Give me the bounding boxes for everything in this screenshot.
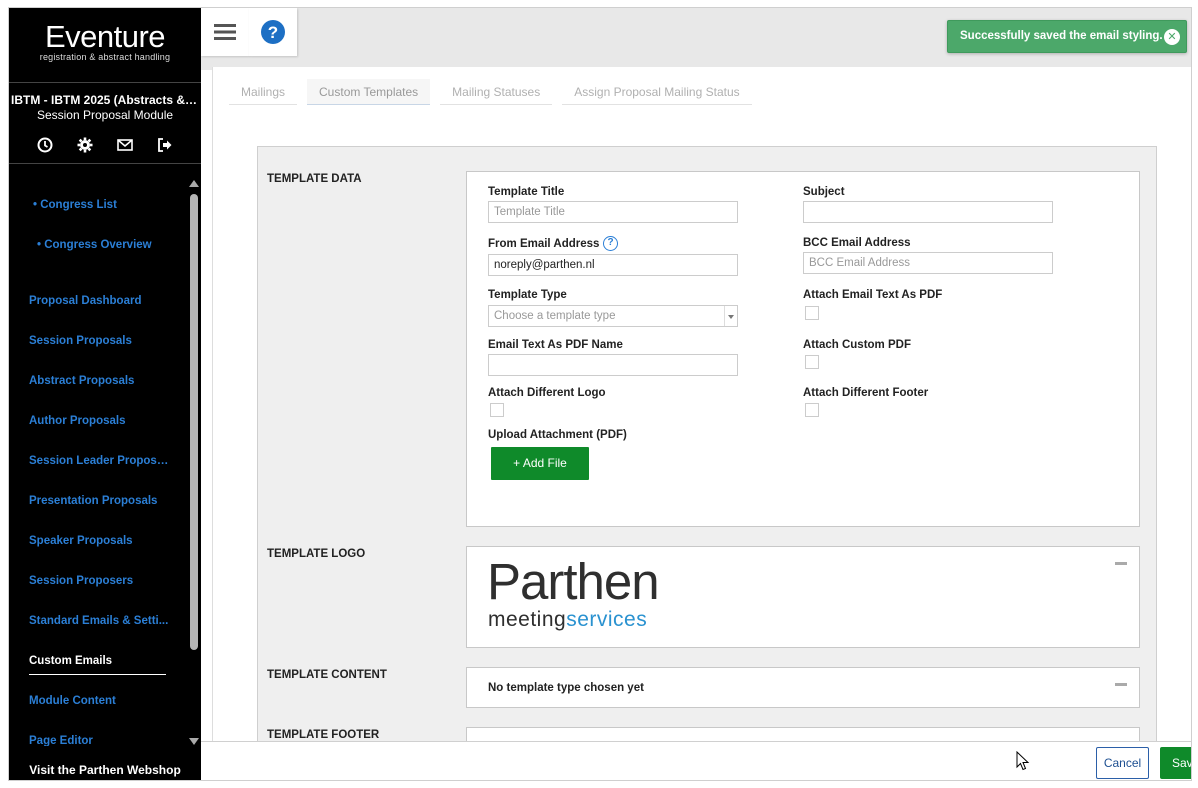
template-type-select[interactable]: Choose a template type bbox=[488, 305, 738, 327]
help-button[interactable]: ? bbox=[249, 8, 297, 56]
collapse-icon[interactable] bbox=[1115, 683, 1127, 686]
template-type-label: Template Type bbox=[488, 289, 567, 301]
attach-email-pdf-label: Attach Email Text As PDF bbox=[803, 289, 943, 301]
attach-footer-checkbox[interactable] bbox=[805, 403, 819, 417]
sidebar-item-speaker-proposals[interactable]: Speaker Proposals bbox=[29, 534, 171, 548]
logo-tagline-b: services bbox=[566, 608, 648, 631]
sidebar-item-page-editor[interactable]: Page Editor bbox=[29, 734, 171, 746]
from-email-label: From Email Address bbox=[488, 238, 600, 250]
help-icon: ? bbox=[261, 20, 285, 44]
app-window: Eventure registration & abstract handlin… bbox=[9, 8, 1191, 780]
subject-input[interactable] bbox=[803, 201, 1053, 223]
sidebar-item-module-content[interactable]: Module Content bbox=[29, 694, 171, 708]
sidebar-item-congress-overview[interactable]: • Congress Overview bbox=[37, 238, 179, 252]
template-title-label: Template Title bbox=[488, 186, 565, 198]
upload-label: Upload Attachment (PDF) bbox=[488, 429, 627, 441]
svg-text:?: ? bbox=[268, 23, 278, 42]
save-button[interactable]: Save bbox=[1160, 747, 1191, 779]
sidebar-item-abstract-proposals[interactable]: Abstract Proposals bbox=[29, 374, 171, 388]
tab-bar: Mailings Custom Templates Mailing Status… bbox=[229, 79, 762, 105]
sidebar-item-session-proposals[interactable]: Session Proposals bbox=[29, 334, 171, 348]
scroll-down-icon[interactable] bbox=[189, 738, 199, 745]
action-bar: Cancel Save bbox=[201, 741, 1191, 780]
add-file-button[interactable]: + Add File bbox=[491, 447, 589, 480]
sidebar-item-presentation-proposals[interactable]: Presentation Proposals bbox=[29, 494, 171, 508]
from-email-input[interactable] bbox=[488, 254, 738, 276]
top-bar: ? Successfully saved the email styling. … bbox=[201, 8, 1191, 70]
tab-assign-proposal-mailing-status[interactable]: Assign Proposal Mailing Status bbox=[562, 79, 752, 105]
sidebar-item-proposal-dashboard[interactable]: Proposal Dashboard bbox=[29, 294, 171, 308]
logout-icon[interactable] bbox=[156, 136, 174, 154]
toast-message: Successfully saved the email styling. bbox=[960, 30, 1163, 42]
hamburger-icon bbox=[214, 24, 236, 40]
clock-icon[interactable] bbox=[36, 136, 54, 154]
sidebar-nav: • Congress List • Congress Overview Prop… bbox=[9, 178, 187, 746]
mouse-cursor-icon bbox=[1016, 751, 1030, 771]
template-type-placeholder: Choose a template type bbox=[494, 310, 616, 322]
brand-name: Eventure bbox=[44, 19, 166, 54]
cancel-button[interactable]: Cancel bbox=[1096, 747, 1149, 779]
attach-custom-pdf-label: Attach Custom PDF bbox=[803, 339, 911, 351]
sidebar: Eventure registration & abstract handlin… bbox=[9, 8, 201, 780]
template-logo-card: Parthen meetingservices bbox=[466, 546, 1140, 648]
congress-title: IBTM - IBTM 2025 (Abstracts & Par... bbox=[11, 93, 201, 107]
sidebar-item-session-proposers[interactable]: Session Proposers bbox=[29, 574, 171, 588]
menu-button[interactable] bbox=[201, 8, 249, 56]
module-name: Session Proposal Module bbox=[36, 108, 174, 122]
section-template-logo: TEMPLATE LOGO bbox=[267, 548, 366, 560]
sidebar-item-custom-emails[interactable]: Custom Emails bbox=[29, 654, 171, 668]
brand-tagline: registration & abstract handling bbox=[39, 52, 171, 62]
sidebar-item-congress-list[interactable]: • Congress List bbox=[33, 198, 175, 212]
bcc-email-input[interactable] bbox=[803, 252, 1053, 274]
congress-header: IBTM - IBTM 2025 (Abstracts & Par... Ses… bbox=[9, 82, 201, 124]
tab-mailing-statuses[interactable]: Mailing Statuses bbox=[440, 79, 553, 105]
scroll-up-icon[interactable] bbox=[189, 180, 199, 187]
content-empty-message: No template type chosen yet bbox=[488, 682, 644, 694]
close-icon[interactable]: ✕ bbox=[1164, 29, 1180, 45]
logo-wordmark: Parthen bbox=[487, 553, 660, 610]
sidebar-item-standard-emails[interactable]: Standard Emails & Setti... bbox=[29, 614, 171, 628]
tab-mailings[interactable]: Mailings bbox=[229, 79, 298, 105]
section-template-footer: TEMPLATE FOOTER bbox=[267, 729, 380, 741]
mail-icon[interactable] bbox=[116, 136, 134, 154]
brand-logo[interactable]: Eventure registration & abstract handlin… bbox=[9, 8, 201, 82]
sidebar-toolbar bbox=[9, 136, 201, 154]
logo-tagline-a: meeting bbox=[488, 608, 567, 631]
attach-footer-label: Attach Different Footer bbox=[803, 387, 929, 399]
chevron-down-icon bbox=[724, 306, 737, 326]
sidebar-item-session-leader-proposals[interactable]: Session Leader Proposals bbox=[29, 454, 171, 468]
template-title-input[interactable] bbox=[488, 201, 738, 223]
template-data-card: Template Title Subject From Email Addres… bbox=[466, 171, 1140, 527]
template-content-card: No template type chosen yet bbox=[466, 667, 1140, 708]
attach-custom-pdf-checkbox[interactable] bbox=[805, 355, 819, 369]
pdf-name-input[interactable] bbox=[488, 354, 738, 376]
info-icon[interactable]: ? bbox=[603, 236, 618, 251]
success-toast: Successfully saved the email styling. ✕ bbox=[947, 20, 1187, 53]
tab-custom-templates[interactable]: Custom Templates bbox=[307, 79, 431, 105]
section-template-content: TEMPLATE CONTENT bbox=[267, 669, 387, 681]
attach-email-pdf-checkbox[interactable] bbox=[805, 306, 819, 320]
attach-logo-label: Attach Different Logo bbox=[488, 387, 606, 399]
sidebar-scrollbar[interactable] bbox=[187, 178, 201, 750]
bcc-email-label: BCC Email Address bbox=[803, 237, 911, 249]
logo-tagline: meetingservices bbox=[488, 609, 647, 631]
divider bbox=[9, 163, 201, 164]
subject-label: Subject bbox=[803, 186, 845, 198]
active-indicator bbox=[29, 674, 166, 675]
sidebar-item-author-proposals[interactable]: Author Proposals bbox=[29, 414, 171, 428]
scroll-thumb[interactable] bbox=[190, 194, 198, 650]
pdf-name-label: Email Text As PDF Name bbox=[488, 339, 623, 351]
gear-icon[interactable] bbox=[76, 136, 94, 154]
section-template-data: TEMPLATE DATA bbox=[267, 173, 362, 185]
template-form: TEMPLATE DATA Template Title Subject Fro… bbox=[257, 146, 1157, 767]
attach-logo-checkbox[interactable] bbox=[490, 403, 504, 417]
collapse-icon[interactable] bbox=[1115, 562, 1127, 565]
main-panel: Mailings Custom Templates Mailing Status… bbox=[212, 67, 1191, 767]
webshop-link[interactable]: Visit the Parthen Webshop bbox=[9, 760, 201, 780]
